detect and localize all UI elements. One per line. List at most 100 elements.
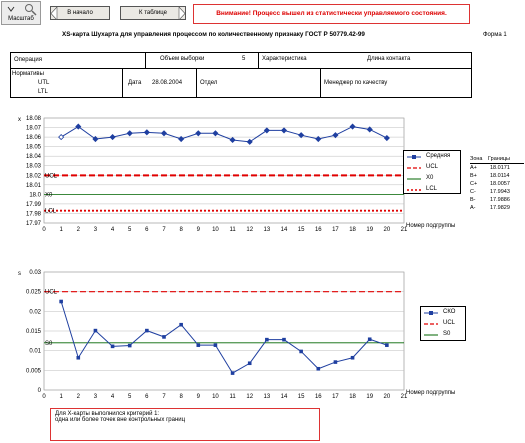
zone-row: A- 17.9829 [470, 204, 524, 212]
x-tick-label: 16 [315, 227, 322, 233]
x-tick-label: 19 [366, 227, 373, 233]
x0-line-label: X0 [45, 192, 53, 198]
date-label: Дата [128, 80, 142, 86]
y-tick-label: 0.01 [29, 349, 41, 355]
zone-bound: 18.0114 [490, 173, 510, 179]
x-tick-label: 1 [59, 394, 63, 400]
zone-row: C+ 18.0057 [470, 180, 524, 188]
x-tick-label: 8 [179, 394, 183, 400]
x-tick-label: 10 [212, 227, 219, 233]
x-tick-label: 15 [298, 227, 305, 233]
x-tick-label: 6 [145, 394, 149, 400]
legend-mean: Средняя [426, 153, 451, 159]
x-tick-label: 14 [281, 394, 288, 400]
data-point [247, 361, 252, 366]
x-tick-label: 20 [384, 227, 391, 233]
data-point [145, 328, 149, 333]
x-tick-label: 13 [264, 227, 271, 233]
data-point [316, 366, 321, 371]
x-tick-label: 5 [128, 227, 132, 233]
to-table-label: К таблице [139, 10, 167, 16]
data-point [385, 343, 389, 347]
to-table-button[interactable]: К таблице [120, 6, 186, 20]
x-tick-label: 12 [246, 227, 253, 233]
operation-label: Операция [14, 57, 42, 63]
x-tick-label: 9 [197, 394, 201, 400]
y-tick-label: 18.06 [26, 135, 42, 141]
data-point [93, 328, 98, 333]
zone-row: B+ 18.0114 [470, 172, 524, 180]
page-title: XS-карта Шухарта для управления процессо… [62, 31, 365, 38]
zoom-button[interactable]: Масштаб [1, 1, 41, 25]
y-tick-label: 18.04 [26, 154, 42, 160]
x-tick-label: 17 [332, 394, 339, 400]
legend-s0: S0 [443, 331, 451, 337]
y-tick-label: 18.03 [26, 164, 42, 170]
x-tick-label: 16 [315, 394, 322, 400]
x-tick-label: 1 [59, 227, 63, 233]
x-tick-label: 17 [332, 227, 339, 233]
y-tick-label: 0.03 [29, 270, 41, 276]
y-tick-label: 0 [38, 388, 42, 394]
s-chart: 00.0050.010.0150.020.0250.030 1 2 3 4 5 6 7 8 9 10… [18, 270, 455, 400]
zone-name: B- [470, 197, 476, 203]
legend-x0: X0 [426, 175, 434, 181]
legend-ucl: UCL [426, 164, 439, 170]
x-tick-label: 11 [229, 394, 236, 400]
form-number: Форма 1 [483, 32, 507, 38]
x-tick-label: 8 [179, 227, 183, 233]
zones-table: Зона Границы A+ 18.0171 B+ 18.0114 C+ 18.0057… [470, 156, 524, 212]
x-tick-label: 7 [162, 227, 166, 233]
data-point [127, 343, 132, 348]
data-point [282, 337, 286, 342]
data-point [333, 360, 338, 364]
data-point [110, 344, 115, 349]
zone-bound: 17.9886 [490, 197, 510, 203]
x-axis-label: Номер подгруппы [406, 223, 455, 229]
y-tick-label: 18.02 [26, 173, 42, 179]
y-tick-label: 17.97 [26, 221, 42, 227]
x-axis-label: Номер подгруппы [406, 390, 455, 396]
x-tick-label: 10 [212, 394, 219, 400]
x-tick-label: 2 [77, 227, 81, 233]
date-value: 28.08.2004 [152, 80, 183, 86]
note-line-2: одна или более точек вне контрольных гра… [55, 417, 186, 423]
data-point [213, 343, 218, 347]
x-tick-label: 11 [229, 227, 236, 233]
data-point [162, 335, 166, 339]
warning-banner: Внимание! Процесс вышел из статистически… [193, 4, 470, 24]
magnifier-icon [25, 4, 37, 16]
x-tick-label: 5 [128, 394, 132, 400]
ltl-label: LTL [38, 89, 48, 95]
y-tick-label: 0.025 [26, 290, 42, 296]
zoom-label: Масштаб [8, 16, 34, 22]
manager-label: Менеджер по качеству [324, 80, 388, 86]
legend-lcl: LCL [426, 186, 438, 192]
y-tick-label: 18.07 [26, 126, 42, 132]
x-chart: 17.97 17.98 17.99 18.0 18.01 18.02 18.03 18.04 1… [18, 116, 455, 233]
data-point [350, 355, 355, 360]
y-axis-label: s [18, 271, 21, 277]
zone-row: B- 17.9886 [470, 196, 524, 204]
characteristic-label: Характеристика [262, 56, 307, 62]
data-point [367, 337, 372, 342]
y-tick-label: 17.98 [26, 211, 42, 217]
zone-name: A+ [470, 165, 477, 171]
zones-header-bounds: Границы [488, 156, 510, 162]
ucl-line-label: UCL [45, 290, 58, 296]
x-tick-label: 9 [197, 227, 201, 233]
zone-name: C+ [470, 181, 478, 187]
x-tick-label: 0 [42, 227, 46, 233]
zone-bound: 17.9943 [490, 189, 510, 195]
zone-bound: 18.0057 [490, 181, 510, 187]
y-tick-label: 17.99 [26, 202, 42, 208]
lcl-line-label: LCL [45, 209, 57, 215]
criterion-note: Для X-карты выполнился критерий 1: одна … [50, 408, 320, 441]
x-tick-label: 13 [264, 394, 271, 400]
data-point [299, 349, 303, 354]
y-axis-label: x [18, 117, 21, 123]
back-to-start-button[interactable]: В начало [50, 6, 110, 20]
s-chart-legend: СКО UCL S0 [420, 306, 466, 341]
x-tick-label: 20 [384, 394, 391, 400]
x-tick-label: 4 [111, 394, 115, 400]
